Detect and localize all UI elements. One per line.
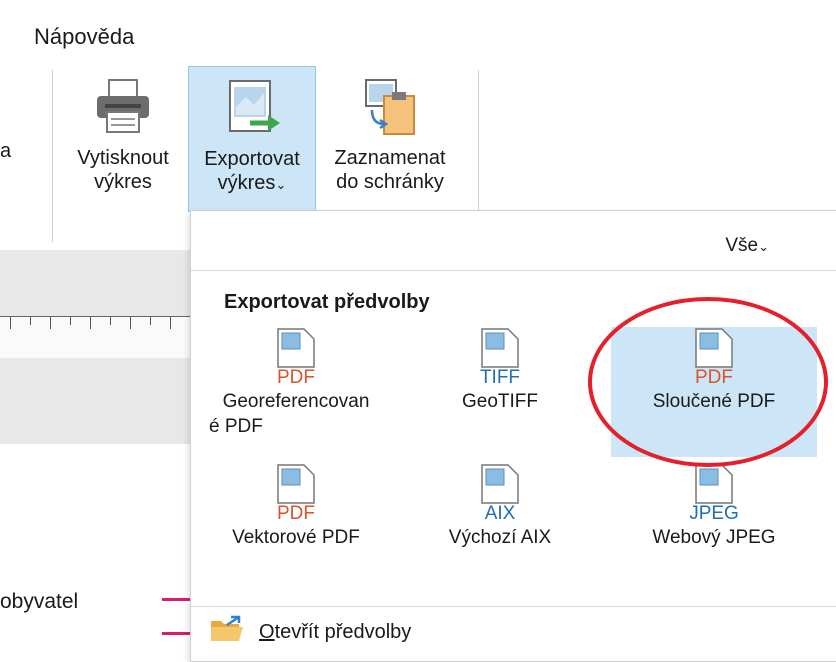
preset-vector-pdf[interactable]: PDF Vektorové PDF: [193, 463, 399, 583]
preset-default-aix[interactable]: AIX Výchozí AIX: [397, 463, 603, 583]
jpeg-file-icon: JPEG: [690, 464, 738, 523]
menu-help[interactable]: Nápověda: [34, 24, 134, 50]
ruler-tick: [50, 317, 51, 329]
legend-line: [162, 632, 190, 635]
pdf-file-icon: PDF: [277, 464, 315, 523]
ruler-tick: [30, 317, 31, 325]
legend-line: [162, 598, 190, 601]
open-presets-accel: O: [259, 621, 275, 643]
preset-caption: Vektorové PDF: [232, 527, 360, 548]
svg-text:TIFF: TIFF: [480, 367, 520, 387]
export-map-icon: [220, 77, 284, 147]
ruler-tick: [110, 317, 111, 325]
filter-label: Vše: [725, 235, 759, 256]
ribbon-partial-label: a: [0, 140, 12, 162]
print-label-2: výkres: [94, 171, 152, 193]
clipboard-icon: [358, 76, 422, 146]
ruler-tick: [130, 317, 131, 329]
export-label-1: Exportovat: [204, 148, 300, 170]
canvas-area: [0, 358, 190, 444]
divider: [191, 270, 836, 271]
ribbon-separator: [478, 70, 479, 210]
svg-text:AIX: AIX: [485, 503, 516, 523]
ruler-tick: [70, 317, 71, 325]
chevron-down-icon: ⌄: [758, 239, 769, 254]
tiff-file-icon: TIFF: [480, 328, 520, 387]
preset-caption: Webový JPEG: [652, 527, 776, 548]
ruler-tick: [10, 317, 11, 329]
preset-caption: Výchozí AIX: [448, 527, 552, 548]
print-label-1: Vytisknout: [77, 147, 169, 169]
legend-label: obyvatel: [0, 590, 79, 613]
ruler-tick: [90, 317, 91, 329]
highlight-annotation-ellipse: [588, 297, 828, 467]
clipboard-label-2: do schránky: [336, 171, 444, 193]
open-presets-label: tevřít předvolby: [274, 621, 412, 643]
preset-web-jpeg[interactable]: JPEG Webový JPEG: [611, 463, 817, 583]
export-drawing-button[interactable]: Exportovat výkres⌄: [188, 66, 316, 212]
svg-text:JPEG: JPEG: [690, 503, 738, 523]
export-label-2: výkres: [217, 172, 276, 194]
ribbon-separator: [52, 70, 53, 242]
svg-text:PDF: PDF: [277, 367, 315, 387]
canvas-header: [0, 250, 190, 316]
filter-all-dropdown[interactable]: Vše⌄: [725, 235, 769, 257]
svg-text:PDF: PDF: [277, 503, 315, 523]
preset-caption: Georeferencovan: [222, 391, 370, 412]
folder-open-icon: [209, 615, 245, 650]
pdf-file-icon: PDF: [277, 328, 315, 387]
section-title: Exportovat předvolby: [224, 291, 430, 313]
copy-to-clipboard-button[interactable]: Zaznamenat do schránky: [318, 66, 462, 210]
chevron-down-icon: ⌄: [275, 177, 287, 192]
open-presets-link[interactable]: Otevřít předvolby: [259, 621, 411, 644]
clipboard-label-1: Zaznamenat: [334, 147, 446, 169]
print-drawing-button[interactable]: Vytisknout výkres: [60, 66, 186, 210]
preset-georeferenced-pdf[interactable]: PDF Georeferencovan é PDF: [193, 327, 399, 457]
ruler-tick: [170, 317, 171, 329]
aix-file-icon: AIX: [481, 464, 519, 523]
printer-icon: [93, 76, 153, 142]
preset-caption: GeoTIFF: [461, 391, 538, 412]
preset-geotiff[interactable]: TIFF GeoTIFF: [397, 327, 603, 457]
ruler-tick: [150, 317, 151, 325]
preset-caption: é PDF: [209, 416, 263, 437]
divider: [191, 606, 836, 607]
ruler: [0, 316, 190, 359]
